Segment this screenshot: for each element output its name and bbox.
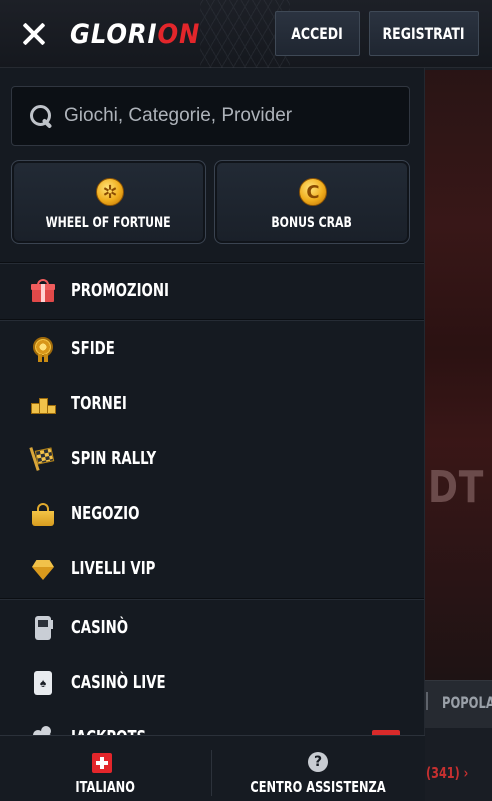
menu-item-negozio[interactable]: NEGOZIO <box>0 487 424 542</box>
gift-icon <box>31 279 55 303</box>
wheel-coin-icon: ✲ <box>96 178 124 206</box>
menu-item-casino-live[interactable]: ♠ CASINÒ LIVE <box>0 656 424 711</box>
menu-item-label: CASINÒ LIVE <box>71 672 166 693</box>
help-center-label: CENTRO ASSISTENZA <box>250 778 387 796</box>
medal-icon <box>31 337 55 362</box>
menu-item-label: LIVELLI VIP <box>71 558 156 579</box>
app-root: DT POPOLARI (341) › GLORION ACCEDI REGIS… <box>0 0 492 801</box>
menu-item-sfide[interactable]: SFIDE <box>0 322 424 377</box>
background-banner <box>425 70 492 690</box>
help-icon: ? <box>308 752 328 772</box>
crab-coin-icon: C <box>299 178 327 206</box>
bonus-crab-tile[interactable]: C BONUS CRAB <box>214 160 410 244</box>
menu-item-promozioni[interactable]: PROMOZIONI <box>0 264 424 319</box>
drawer-footer: ITALIANO ? CENTRO ASSISTENZA <box>0 735 425 801</box>
menu-item-livelli-vip[interactable]: LIVELLI VIP <box>0 542 424 597</box>
divider <box>0 319 424 321</box>
brand-logo[interactable]: GLORI ON <box>70 18 200 50</box>
background-tab-popolari: POPOLARI <box>442 693 492 712</box>
menu-item-label: CASINÒ <box>71 617 129 638</box>
wheel-of-fortune-tile[interactable]: ✲ WHEEL OF FORTUNE <box>11 160 206 244</box>
register-button-label: REGISTRATI <box>382 24 465 43</box>
menu-item-tornei[interactable]: TORNEI <box>0 377 424 432</box>
language-label: ITALIANO <box>75 778 136 796</box>
menu-item-casino[interactable]: CASINÒ <box>0 601 424 656</box>
background-more-link: (341) › <box>426 764 469 782</box>
divider <box>0 598 424 600</box>
help-center-button[interactable]: ? CENTRO ASSISTENZA <box>212 736 425 801</box>
menu-item-label: SFIDE <box>71 338 115 359</box>
search-icon <box>30 105 54 129</box>
top-header: GLORI ON ACCEDI REGISTRATI <box>0 0 492 68</box>
checkered-flag-icon <box>29 447 55 471</box>
menu-item-label: PROMOZIONI <box>71 280 169 301</box>
logo-text-left: GLORI <box>70 18 158 50</box>
register-button[interactable]: REGISTRATI <box>369 11 479 56</box>
close-menu-button[interactable] <box>20 20 48 48</box>
logo-text-right: ON <box>157 18 201 50</box>
bonus-crab-label: BONUS CRAB <box>271 215 353 231</box>
podium-icon <box>31 392 56 416</box>
search-box[interactable] <box>11 86 410 146</box>
diamond-icon <box>31 557 55 581</box>
menu-item-label: NEGOZIO <box>71 503 140 524</box>
login-button[interactable]: ACCEDI <box>275 11 360 56</box>
login-button-label: ACCEDI <box>291 24 344 43</box>
menu-item-label: TORNEI <box>71 393 127 414</box>
slot-machine-icon <box>31 616 55 640</box>
background-banner-text: DT <box>428 462 485 513</box>
side-drawer: ✲ WHEEL OF FORTUNE C BONUS CRAB PROMOZIO… <box>0 68 425 801</box>
playing-card-icon: ♠ <box>31 671 55 695</box>
language-selector[interactable]: ITALIANO <box>0 736 211 801</box>
wheel-of-fortune-label: WHEEL OF FORTUNE <box>46 215 171 231</box>
popular-icon <box>426 692 436 710</box>
search-input[interactable] <box>64 87 404 145</box>
menu-item-label: SPIN RALLY <box>71 448 157 469</box>
shopping-bag-icon <box>31 502 55 526</box>
menu-item-spin-rally[interactable]: SPIN RALLY <box>0 432 424 487</box>
swiss-flag-icon <box>92 753 112 773</box>
